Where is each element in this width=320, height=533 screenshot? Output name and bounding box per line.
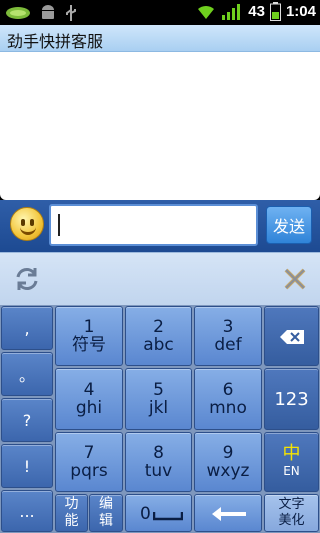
key-2[interactable]: 2 abc <box>125 306 192 366</box>
key-comma[interactable]: , <box>1 306 53 350</box>
key-5[interactable]: 5 jkl <box>125 368 192 430</box>
battery-percent: 43 <box>248 3 265 20</box>
title-bar: 劲手快拼客服 <box>0 25 320 52</box>
keyboard-toolbar <box>0 252 320 305</box>
key-6-digit: 6 <box>222 380 234 400</box>
close-keyboard-icon[interactable] <box>283 267 307 291</box>
language-main: 中 <box>282 443 301 464</box>
zero-label: 0 <box>140 504 151 524</box>
key-5-letters: jkl <box>148 398 169 418</box>
key-3[interactable]: 3 def <box>194 306 262 366</box>
key-9-letters: wxyz <box>206 461 250 481</box>
text-caret <box>58 214 60 236</box>
key-7-digit: 7 <box>83 443 95 463</box>
clock: 1:04 <box>285 3 316 20</box>
backspace-icon <box>280 330 304 344</box>
key-6[interactable]: 6 mno <box>194 368 262 430</box>
emoji-mouth <box>20 226 36 235</box>
message-input[interactable] <box>49 204 258 246</box>
key-9-digit: 9 <box>222 443 234 463</box>
function-label-1: 功 <box>64 496 79 512</box>
battery-icon <box>269 2 281 21</box>
text-style-button[interactable]: 文字 美化 <box>264 494 319 532</box>
numeric-mode-button[interactable]: 123 <box>264 368 319 430</box>
emoji-left-eye <box>21 219 25 226</box>
function-button[interactable]: 功 能 <box>55 494 88 532</box>
key-7-letters: pqrs <box>70 461 108 481</box>
android-icon <box>42 5 54 19</box>
usb-icon <box>66 5 76 21</box>
send-button[interactable]: 发送 <box>266 206 312 244</box>
edit-button[interactable]: 编 辑 <box>89 494 123 532</box>
key-4-digit: 4 <box>83 380 95 400</box>
function-label-2: 能 <box>64 513 79 529</box>
key-2-letters: abc <box>143 335 174 355</box>
key-question[interactable]: ? <box>1 398 53 442</box>
space-icon <box>153 512 183 521</box>
emoji-button[interactable] <box>10 207 44 241</box>
key-exclamation[interactable]: ! <box>1 444 53 488</box>
key-ellipsis[interactable]: ... <box>1 490 53 532</box>
key-8[interactable]: 8 tuv <box>125 432 192 492</box>
status-bar: 43 1:04 <box>0 0 320 25</box>
zero-space-button[interactable]: 0 <box>125 494 192 532</box>
text-style-label-1: 文字 <box>278 497 305 512</box>
key-1-letters: 符号 <box>72 335 106 355</box>
emoji-right-eye <box>30 219 34 226</box>
key-4-letters: ghi <box>75 398 103 418</box>
key-2-digit: 2 <box>153 317 164 337</box>
key-1[interactable]: 1 符号 <box>55 306 123 366</box>
key-1-digit: 1 <box>83 317 95 337</box>
key-3-digit: 3 <box>222 317 234 337</box>
key-8-digit: 8 <box>153 443 164 463</box>
edit-label-1: 编 <box>99 496 113 512</box>
edit-label-2: 辑 <box>99 513 113 529</box>
enter-icon <box>212 507 246 521</box>
key-5-digit: 5 <box>153 380 164 400</box>
language-sub: EN <box>283 464 300 478</box>
key-6-letters: mno <box>209 398 247 418</box>
enter-button[interactable] <box>194 494 262 532</box>
wifi-icon <box>198 5 215 19</box>
message-input-bar: 发送 <box>0 200 320 252</box>
page-title: 劲手快拼客服 <box>7 32 104 51</box>
language-toggle-button[interactable]: 中 EN <box>264 432 319 492</box>
key-4[interactable]: 4 ghi <box>55 368 123 430</box>
refresh-icon[interactable] <box>14 266 40 292</box>
key-9[interactable]: 9 wxyz <box>194 432 262 492</box>
signal-icon <box>222 3 241 20</box>
t9-keyboard: , 。 ? ! ... 1 符号 2 abc 3 def 4 ghi 5 jkl… <box>0 305 320 533</box>
key-7[interactable]: 7 pqrs <box>55 432 123 492</box>
key-3-letters: def <box>214 335 242 355</box>
text-style-label-2: 美化 <box>278 513 305 528</box>
key-8-letters: tuv <box>144 461 173 481</box>
key-period[interactable]: 。 <box>1 352 53 396</box>
chat-message-area[interactable] <box>0 52 320 200</box>
backspace-button[interactable] <box>264 306 319 366</box>
leaf-notification-icon <box>6 7 30 19</box>
